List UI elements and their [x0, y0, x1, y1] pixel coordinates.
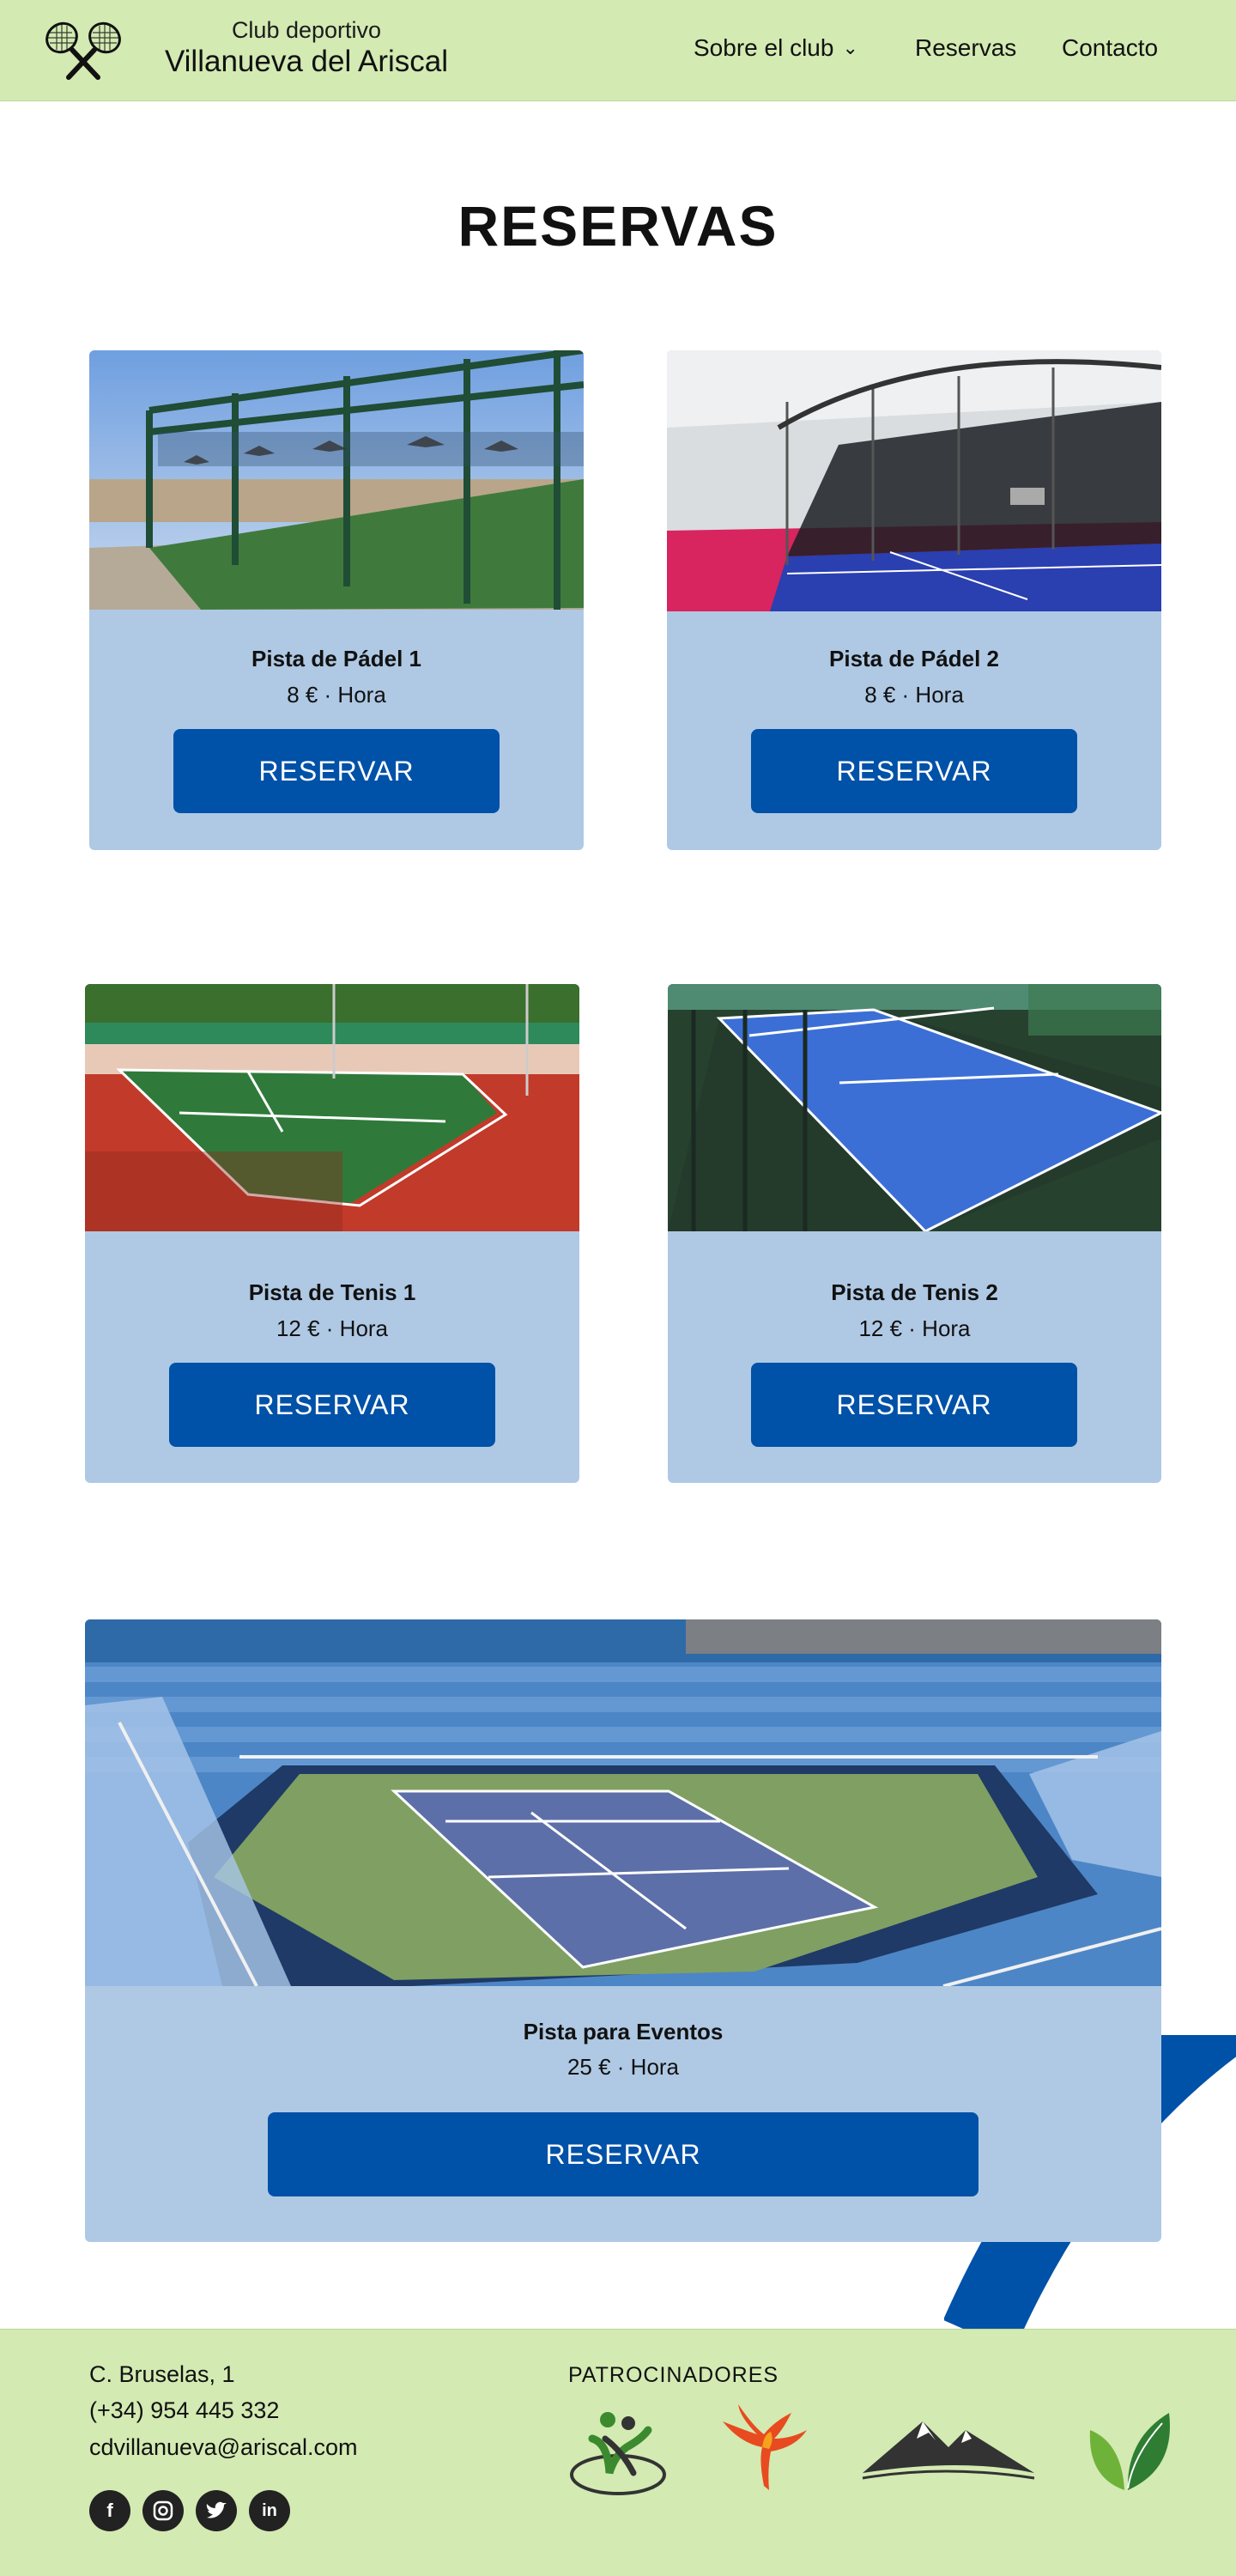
- padel-court-1-image: [89, 350, 584, 610]
- court-card-padel-1: Pista de Pádel 1 8 € · Hora RESERVAR: [89, 350, 584, 850]
- leaves-logo-icon: [1089, 2413, 1170, 2490]
- court-card-eventos: Pista para Eventos 25 € · Hora RESERVAR: [85, 1619, 1161, 2242]
- court-card-tenis-2: Pista de Tenis 2 12 € · Hora RESERVAR: [668, 984, 1161, 1483]
- footer-phone[interactable]: (+34) 954 445 332: [89, 2397, 279, 2424]
- court-card-tenis-1: Pista de Tenis 1 12 € · Hora RESERVAR: [85, 984, 579, 1483]
- footer-email[interactable]: cdvillanueva@ariscal.com: [89, 2434, 358, 2461]
- tennis-court-2-image: [668, 984, 1161, 1231]
- nav-about-label: Sobre el club: [694, 34, 834, 61]
- site-header: Club deportivo Villanueva del Ariscal So…: [0, 0, 1236, 101]
- court-price: 25 € · Hora: [566, 2054, 680, 2080]
- reserve-button-tenis-2[interactable]: RESERVAR: [751, 1363, 1077, 1447]
- chevron-down-icon: ⌄: [842, 37, 858, 58]
- court-name: Pista para Eventos: [523, 2019, 724, 2044]
- tennis-court-1-image: [85, 984, 579, 1231]
- event-court-image: [85, 1619, 1161, 1986]
- brand-title[interactable]: Villanueva del Ariscal: [156, 45, 457, 79]
- people-logo-icon: [570, 2412, 666, 2495]
- phoenix-logo-icon: [723, 2404, 807, 2490]
- nav-reservas[interactable]: Reservas: [915, 34, 1016, 62]
- padel-court-2-image: [667, 350, 1161, 611]
- page-title: RESERVAS: [457, 194, 779, 258]
- footer-address: C. Bruselas, 1: [89, 2361, 235, 2387]
- instagram-icon[interactable]: [142, 2490, 184, 2531]
- nav-about-club[interactable]: Sobre el club ⌄: [694, 34, 858, 62]
- reserve-button-tenis-1[interactable]: RESERVAR: [169, 1363, 495, 1447]
- crossed-tennis-rackets-icon[interactable]: [36, 17, 130, 82]
- court-name: Pista de Pádel 1: [251, 646, 421, 671]
- court-price: 12 € · Hora: [858, 1315, 971, 1341]
- reserve-button-eventos[interactable]: RESERVAR: [268, 2112, 978, 2196]
- court-price: 8 € · Hora: [864, 682, 964, 708]
- reserve-button-padel-1[interactable]: RESERVAR: [173, 729, 500, 813]
- court-name: Pista de Tenis 2: [831, 1279, 998, 1305]
- reserve-button-padel-2[interactable]: RESERVAR: [751, 729, 1077, 813]
- mountains-logo-icon: [862, 2421, 1035, 2480]
- nav-contacto[interactable]: Contacto: [1062, 34, 1158, 62]
- court-name: Pista de Pádel 2: [829, 646, 999, 671]
- court-price: 12 € · Hora: [276, 1315, 389, 1341]
- facebook-icon[interactable]: f: [89, 2490, 130, 2531]
- twitter-icon[interactable]: [196, 2490, 237, 2531]
- brand-subtitle: Club deportivo: [231, 17, 382, 43]
- sponsors-title: PATROCINADORES: [568, 2363, 779, 2387]
- court-card-padel-2: Pista de Pádel 2 8 € · Hora RESERVAR: [667, 350, 1161, 850]
- linkedin-icon[interactable]: in: [249, 2490, 290, 2531]
- court-price: 8 € · Hora: [287, 682, 386, 708]
- court-name: Pista de Tenis 1: [248, 1279, 416, 1305]
